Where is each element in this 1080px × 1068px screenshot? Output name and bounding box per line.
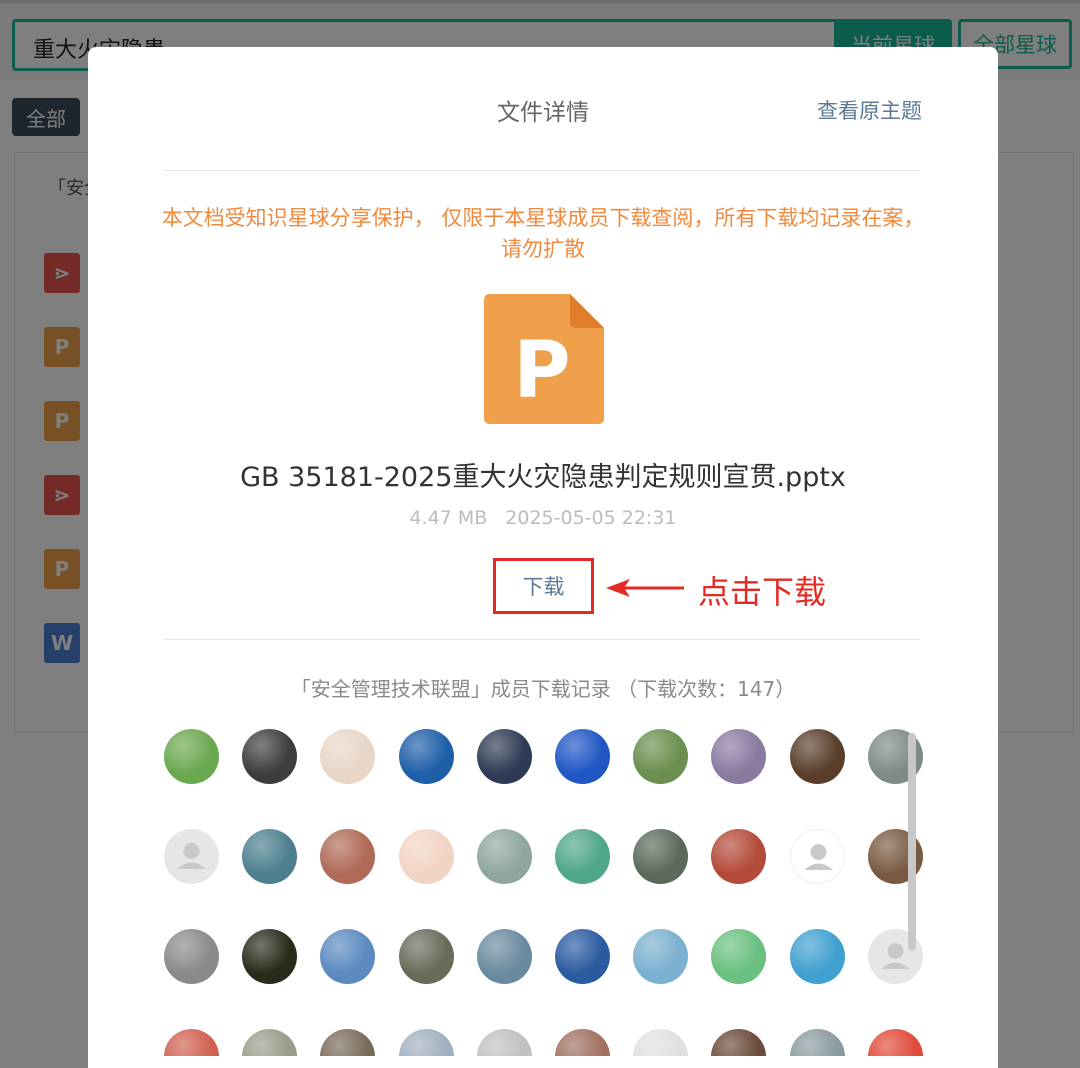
member-avatar[interactable]	[867, 1029, 923, 1056]
annotation-arrow-icon	[606, 579, 684, 597]
member-avatar[interactable]	[633, 1029, 689, 1056]
member-avatar[interactable]	[320, 829, 376, 884]
member-avatar[interactable]	[789, 829, 845, 884]
pptx-file-icon: P	[484, 294, 604, 424]
file-upload-time: 2025-05-05 22:31	[505, 507, 677, 529]
member-avatar[interactable]	[555, 729, 610, 784]
member-avatar[interactable]	[164, 1029, 219, 1056]
view-original-topic-link[interactable]: 查看原主题	[817, 95, 922, 125]
member-avatar[interactable]	[476, 729, 532, 784]
download-button[interactable]: 下载	[493, 558, 594, 614]
member-avatar[interactable]	[711, 929, 767, 984]
protection-notice: 本文档受知识星球分享保护， 仅限于本星球成员下载查阅，所有下载均记录在案，请勿扩…	[161, 206, 925, 261]
member-avatar[interactable]	[555, 1029, 610, 1056]
member-avatar[interactable]	[398, 729, 454, 784]
member-avatar[interactable]	[320, 1029, 376, 1056]
member-avatar[interactable]	[633, 729, 689, 784]
member-avatar[interactable]	[320, 729, 376, 784]
member-avatar[interactable]	[242, 829, 298, 884]
member-avatar[interactable]	[164, 729, 219, 784]
member-avatar[interactable]	[789, 929, 845, 984]
member-avatar[interactable]	[476, 829, 532, 884]
file-meta: 4.47 MB 2025-05-05 22:31	[88, 507, 998, 529]
file-size: 4.47 MB	[409, 507, 488, 529]
member-avatar[interactable]	[398, 1029, 454, 1056]
member-avatar[interactable]	[164, 829, 219, 884]
avatars-scrollbar[interactable]	[908, 733, 916, 951]
divider	[164, 170, 920, 171]
member-avatar[interactable]	[398, 929, 454, 984]
click-download-annotation: 点击下载	[698, 573, 827, 611]
file-icon-letter: P	[513, 326, 570, 416]
member-avatar[interactable]	[398, 829, 454, 884]
member-avatar[interactable]	[476, 929, 532, 984]
member-avatar[interactable]	[164, 929, 219, 984]
member-avatar[interactable]	[633, 829, 689, 884]
member-avatar[interactable]	[555, 829, 610, 884]
file-name: GB 35181-2025重大火灾隐患判定规则宣贯.pptx	[240, 462, 846, 493]
member-avatar[interactable]	[242, 1029, 298, 1056]
download-records-avatars	[164, 729, 924, 1056]
member-avatar[interactable]	[242, 929, 298, 984]
member-avatar[interactable]	[242, 729, 298, 784]
member-avatar[interactable]	[711, 729, 767, 784]
member-avatar[interactable]	[633, 929, 689, 984]
member-avatar[interactable]	[789, 729, 845, 784]
member-avatar[interactable]	[711, 1029, 767, 1056]
member-avatar[interactable]	[789, 1029, 845, 1056]
download-records-title: 「安全管理技术联盟」成员下载记录 （下载次数：147）	[290, 677, 796, 701]
divider	[164, 639, 920, 640]
file-details-modal: 文件详情 查看原主题 本文档受知识星球分享保护， 仅限于本星球成员下载查阅，所有…	[88, 47, 998, 1068]
member-avatar[interactable]	[320, 929, 376, 984]
member-avatar[interactable]	[555, 929, 610, 984]
member-avatar[interactable]	[476, 1029, 532, 1056]
member-avatar[interactable]	[711, 829, 767, 884]
